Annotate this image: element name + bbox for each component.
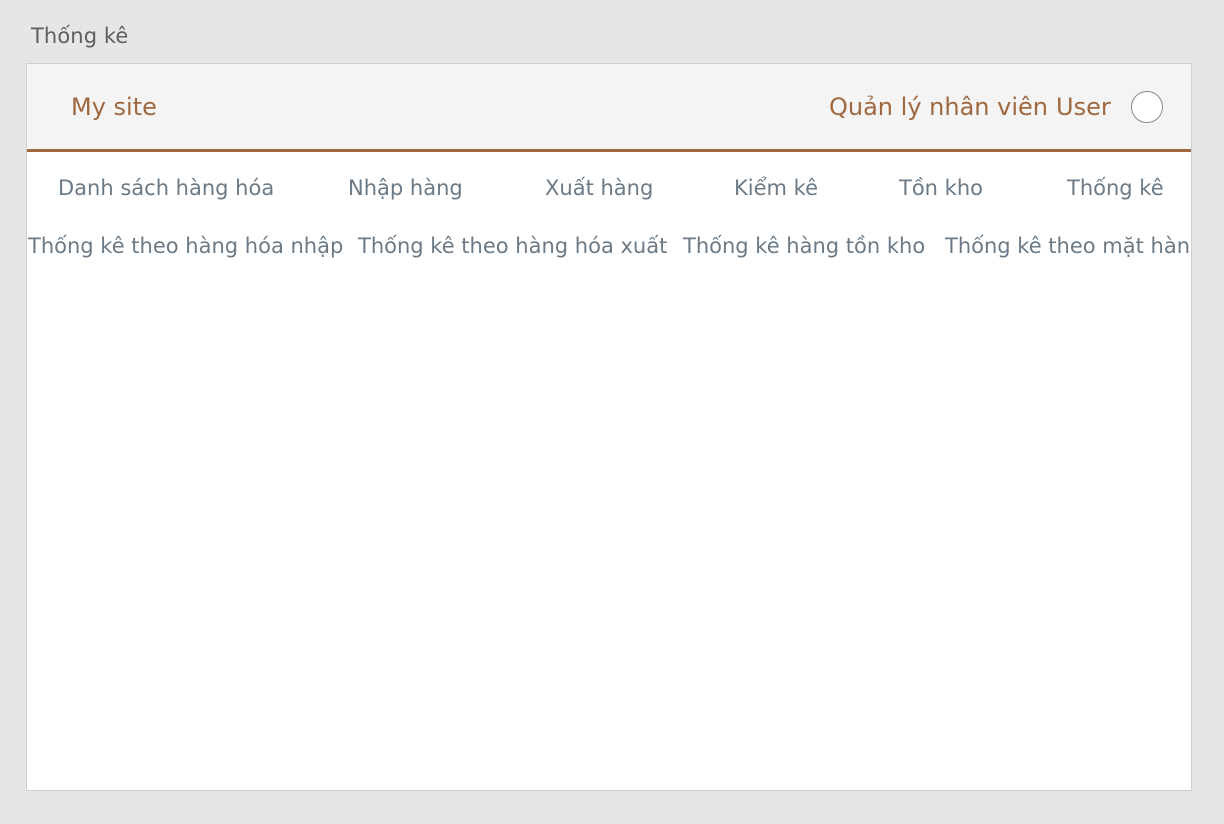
site-header: My site Quản lý nhân viên User [27, 64, 1191, 152]
menu-item-inventory-check[interactable]: Kiểm kê [734, 176, 818, 200]
brand-link[interactable]: My site [71, 93, 157, 121]
menu-item-product-list[interactable]: Danh sách hàng hóa [58, 176, 274, 200]
submenu-item-import-stats[interactable]: Thống kê theo hàng hóa nhập [28, 234, 343, 258]
menu-item-export[interactable]: Xuất hàng [545, 176, 653, 200]
menu-item-statistics[interactable]: Thống kê [1067, 176, 1164, 200]
manage-staff-link[interactable]: Quản lý nhân viên [829, 93, 1048, 121]
submenu-item-product-stats[interactable]: Thống kê theo mặt hàng [945, 234, 1191, 258]
page-title: Thống kê [31, 24, 129, 48]
menu-item-stock[interactable]: Tồn kho [899, 176, 983, 200]
menu-item-import[interactable]: Nhập hàng [348, 176, 463, 200]
submenu-item-stock-stats[interactable]: Thống kê hàng tồn kho [683, 234, 925, 258]
avatar[interactable] [1131, 91, 1163, 123]
user-link[interactable]: User [1056, 93, 1111, 121]
site-frame: My site Quản lý nhân viên User Danh sách… [26, 63, 1192, 791]
submenu-item-export-stats[interactable]: Thống kê theo hàng hóa xuất [358, 234, 667, 258]
